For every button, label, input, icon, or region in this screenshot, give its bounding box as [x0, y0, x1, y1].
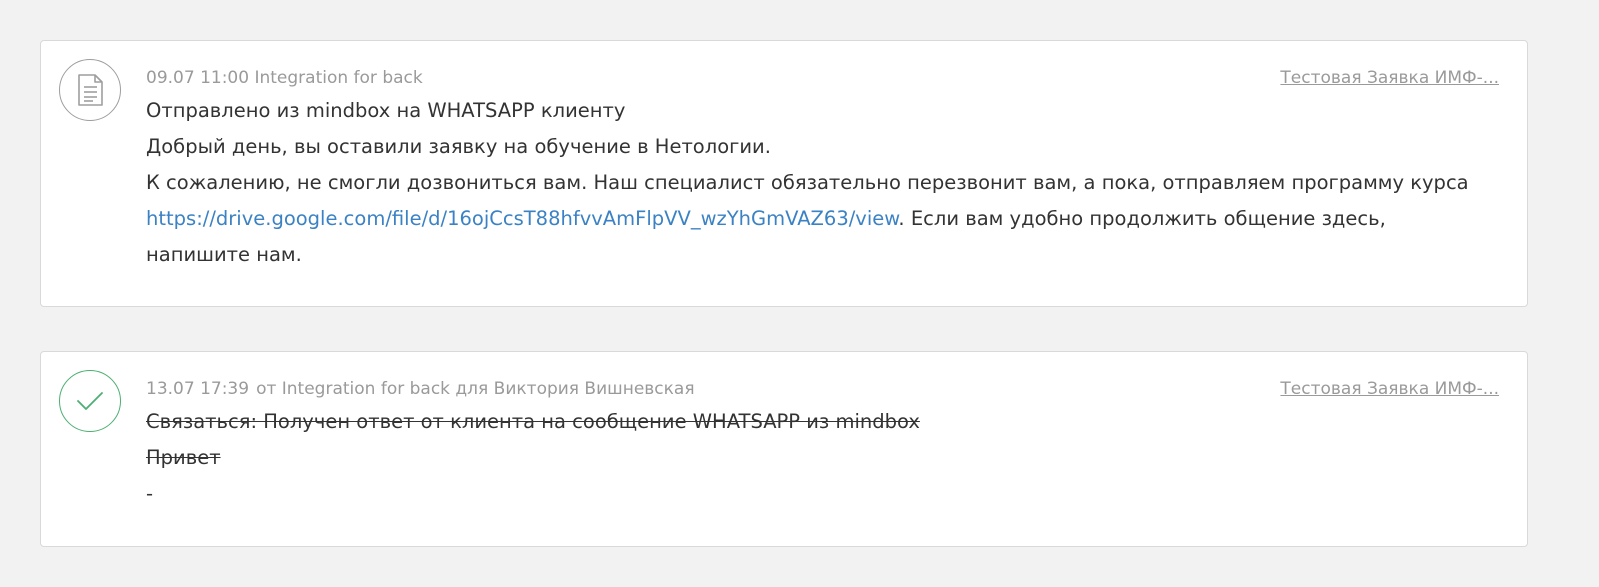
message-body: К сожалению, не смогли дозвониться вам. … [146, 165, 1491, 273]
message-event-card: Тестовая Заявка ИМФ-... 09.07 11:00 Inte… [40, 40, 1528, 307]
event-datetime: 09.07 11:00 [146, 68, 250, 88]
task-title: Связаться: Получен ответ от клиента на с… [146, 410, 920, 433]
task-text: Привет [146, 446, 221, 469]
check-icon[interactable] [59, 370, 121, 432]
event-meta: 09.07 11:00 Integration for back [146, 65, 1491, 91]
activity-feed: Тестовая Заявка ИМФ-... 09.07 11:00 Inte… [0, 0, 1599, 587]
event-author: Integration for back [254, 68, 423, 88]
event-meta: 13.07 17:39 от Integration for back для В… [146, 376, 1491, 402]
message-body-start: К сожалению, не смогли дозвониться вам. … [146, 171, 1469, 194]
event-content: 13.07 17:39 от Integration for back для В… [146, 376, 1491, 512]
event-datetime: 13.07 17:39 [146, 379, 250, 399]
task-event-card: Тестовая Заявка ИМФ-... 13.07 17:39 от In… [40, 351, 1528, 547]
event-content: 09.07 11:00 Integration for back Отправл… [146, 65, 1491, 273]
event-author: от Integration for back для Виктория Виш… [256, 379, 695, 399]
message-line: Добрый день, вы оставили заявку на обуче… [146, 135, 771, 158]
event-title: Отправлено из mindbox на WHATSAPP клиент… [146, 99, 626, 122]
task-result: - [146, 482, 154, 505]
course-program-link[interactable]: https://drive.google.com/file/d/16ojCcsT… [146, 207, 898, 230]
document-icon [59, 59, 121, 121]
